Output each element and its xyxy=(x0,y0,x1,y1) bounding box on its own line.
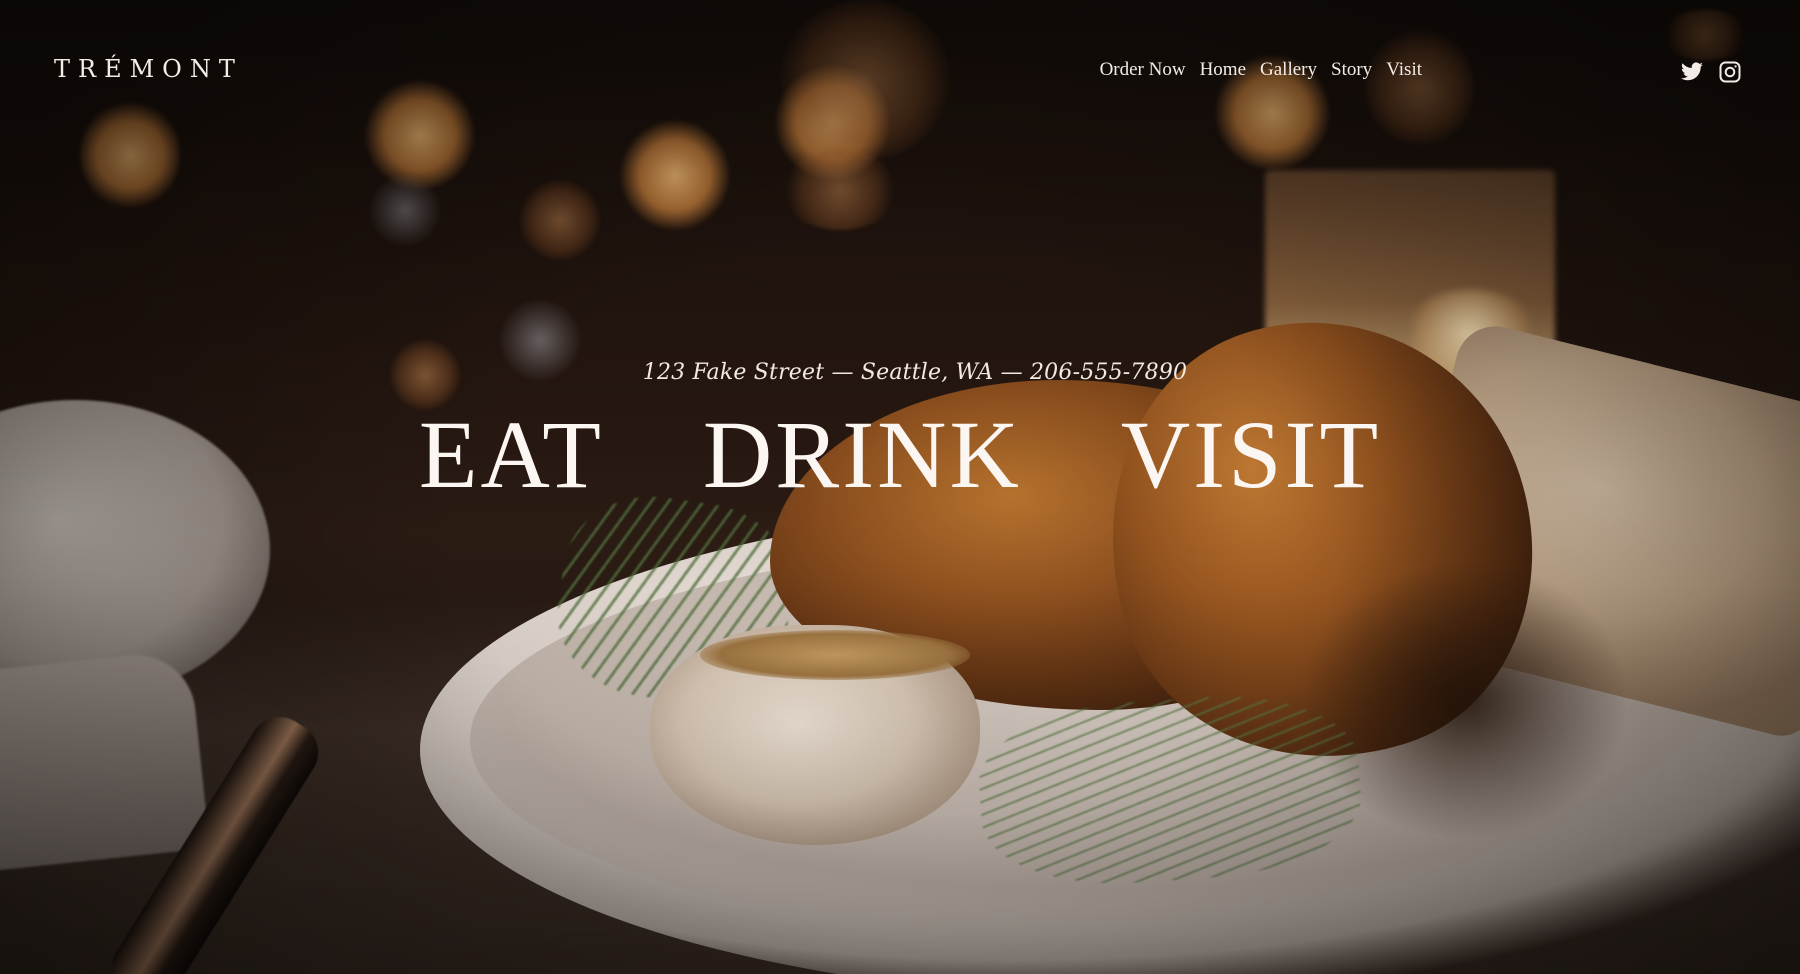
nav-item-gallery[interactable]: Gallery xyxy=(1260,59,1317,81)
nav-item-visit[interactable]: Visit xyxy=(1386,59,1422,81)
twitter-icon[interactable] xyxy=(1680,60,1704,84)
nav-item-order-now[interactable]: Order Now xyxy=(1100,59,1186,81)
headline-word-eat: EAT xyxy=(418,401,604,508)
main-nav: Order Now Home Gallery Story Visit xyxy=(1100,59,1422,81)
headline-word-drink: DRINK xyxy=(702,401,1022,508)
hero-content: 123 Fake Street — Seattle, WA — 206-555-… xyxy=(0,360,1800,567)
nav-item-home[interactable]: Home xyxy=(1200,59,1246,81)
hero-section: TRÉMONT Order Now Home Gallery Story Vis… xyxy=(0,0,1800,974)
social-links xyxy=(1680,60,1742,84)
instagram-icon[interactable] xyxy=(1718,60,1742,84)
site-header: TRÉMONT Order Now Home Gallery Story Vis… xyxy=(0,0,1800,140)
site-logo[interactable]: TRÉMONT xyxy=(54,55,243,83)
headline-word-visit: VISIT xyxy=(1120,401,1382,508)
address-line: 123 Fake Street — Seattle, WA — 206-555-… xyxy=(642,360,1188,385)
hero-headline: EAT DRINK VISIT xyxy=(0,407,1800,503)
nav-item-story[interactable]: Story xyxy=(1331,59,1372,81)
